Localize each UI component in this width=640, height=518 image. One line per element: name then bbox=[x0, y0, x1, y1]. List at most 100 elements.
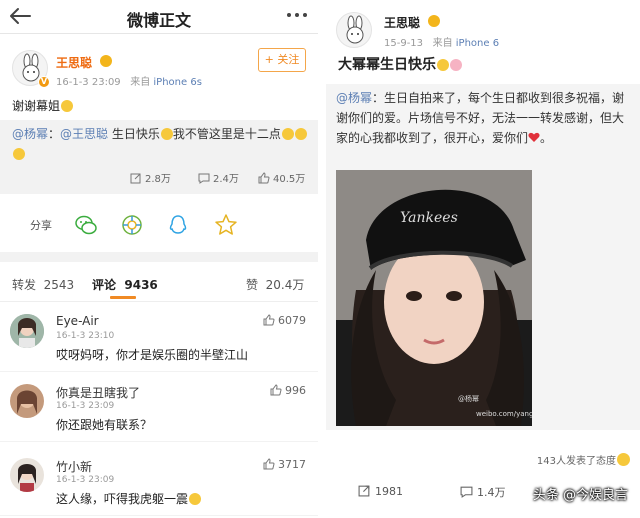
repost-icon bbox=[130, 173, 141, 184]
repost-count: 2.8万 bbox=[145, 174, 171, 185]
interaction-tabs: 转发 2543 评论 9436 赞 20.4万 bbox=[0, 266, 318, 302]
tab-comments-count: 9436 bbox=[124, 278, 158, 292]
comment-count-stat[interactable]: 2.4万 bbox=[198, 170, 239, 185]
selfie-image-icon: Yankees bbox=[336, 170, 532, 426]
author-name[interactable]: 王思聪 bbox=[384, 14, 420, 31]
person-photo-icon bbox=[10, 384, 44, 418]
rabbit-avatar-icon bbox=[346, 15, 364, 44]
follow-button[interactable]: + 关注 bbox=[258, 48, 306, 72]
post-time: 15-9-13 bbox=[384, 38, 424, 49]
person-photo-icon bbox=[10, 314, 44, 348]
post-source[interactable]: iPhone 6s bbox=[153, 77, 202, 88]
quote-text: ：生日自拍来了，每个生日都收到很多祝福，谢谢你们的爱。片场信号不好，无法一一转发… bbox=[336, 91, 625, 145]
commenter-name[interactable]: Eye-Air bbox=[56, 314, 99, 328]
post-text-content: 大幂幂生日快乐 bbox=[338, 57, 436, 73]
selfie-photo[interactable]: Yankees @杨幂 weibo.com/yangmiblog bbox=[336, 170, 532, 426]
page-title: 微博正文 bbox=[126, 11, 191, 30]
reposted-content[interactable]: @杨幂：@王思聪 生日快乐 我不管这里是十二点 2.8万 2.4万 40.5万 bbox=[0, 120, 318, 194]
photo-watermark-url: weibo.com/yangmiblog bbox=[476, 410, 532, 418]
source-watermark: 头条 @今娱良言 bbox=[532, 488, 628, 503]
repost-stats: 2.8万 2.4万 40.5万 bbox=[0, 166, 318, 186]
comment-text: 哎呀妈呀，你才是娱乐圈的半壁江山 bbox=[56, 348, 249, 362]
comment-text-content: 这人缘，吓得我虎躯一震 bbox=[56, 492, 189, 506]
person-photo-icon bbox=[10, 458, 44, 492]
laugh-emoji-icon bbox=[617, 453, 630, 466]
repost-count: 1981 bbox=[375, 485, 403, 498]
comment-like-count: 996 bbox=[285, 384, 306, 397]
comment-time: 16-1-3 23:10 bbox=[56, 331, 115, 341]
repost-text-1: 生日快乐 bbox=[108, 127, 160, 141]
comment-like-button[interactable]: 996 bbox=[270, 384, 306, 397]
reposted-content[interactable]: @杨幂：生日自拍来了，每个生日都收到很多祝福，谢谢你们的爱。片场信号不好，无法一… bbox=[326, 84, 640, 430]
grin-emoji-icon bbox=[437, 59, 449, 71]
comment-item[interactable]: Eye-Air 16-1-3 23:10 哎呀妈呀，你才是娱乐圈的半壁江山 60… bbox=[0, 304, 318, 372]
source-prefix: 来自 bbox=[432, 38, 453, 49]
photo-watermark: @杨幂 bbox=[458, 395, 479, 403]
mention-yangmi[interactable]: @杨幂 bbox=[336, 91, 372, 105]
repost-icon bbox=[358, 485, 370, 497]
smile-emoji-icon bbox=[281, 128, 294, 140]
comment-like-button[interactable]: 3717 bbox=[263, 458, 306, 471]
comment-text: 这人缘，吓得我虎躯一震 bbox=[56, 490, 202, 507]
comment-like-button[interactable]: 6079 bbox=[263, 314, 306, 327]
quote-period: 。 bbox=[540, 131, 553, 145]
tab-likes-label: 赞 bbox=[246, 278, 259, 292]
comment-count: 2.4万 bbox=[213, 174, 239, 185]
attitude-summary[interactable]: 143人发表了态度 bbox=[537, 452, 630, 467]
commenter-avatar[interactable] bbox=[10, 314, 44, 348]
source-prefix: 来自 bbox=[130, 77, 151, 88]
comment-item[interactable]: 你真是丑瞎我了 16-1-3 23:09 你还跟她有联系？ 996 bbox=[0, 374, 318, 442]
tab-likes[interactable]: 赞 20.4万 bbox=[246, 276, 304, 293]
post-text: 大幂幂生日快乐 bbox=[338, 54, 462, 74]
post-source[interactable]: iPhone 6 bbox=[456, 38, 499, 49]
commenter-name[interactable]: 竹小新 bbox=[56, 458, 92, 475]
share-label: 分享 bbox=[30, 219, 52, 232]
tab-reposts-label: 转发 bbox=[12, 278, 37, 292]
author-avatar[interactable] bbox=[336, 12, 372, 48]
thumbs-up-icon bbox=[258, 172, 270, 184]
thumbs-up-icon bbox=[270, 384, 282, 396]
wechat-icon[interactable] bbox=[74, 213, 98, 237]
section-separator bbox=[0, 252, 318, 262]
comment-count-stat[interactable]: 1.4万 bbox=[460, 484, 506, 500]
active-tab-indicator bbox=[110, 296, 136, 299]
attitude-count: 143人发表了态度 bbox=[536, 456, 616, 467]
comment-like-count: 6079 bbox=[278, 314, 306, 327]
repost-count-stat[interactable]: 2.8万 bbox=[130, 170, 171, 185]
moments-icon[interactable] bbox=[120, 213, 144, 237]
commenter-avatar[interactable] bbox=[10, 384, 44, 418]
share-row: 分享 bbox=[0, 204, 318, 246]
smile-emoji-icon bbox=[294, 128, 307, 140]
mention-yangmi[interactable]: @杨幂 bbox=[12, 127, 48, 141]
tab-reposts[interactable]: 转发 2543 bbox=[12, 276, 74, 293]
post-time: 16-1-3 23:09 bbox=[56, 77, 121, 88]
mention-wangsicong[interactable]: @王思聪 bbox=[60, 127, 108, 141]
like-count-stat[interactable]: 40.5万 bbox=[258, 170, 305, 185]
top-navigation-bar: 微博正文 bbox=[0, 0, 318, 34]
smile-emoji-icon bbox=[13, 148, 25, 160]
reposted-text: @杨幂：生日自拍来了，每个生日都收到很多祝福，谢谢你们的爱。片场信号不好，无法一… bbox=[336, 88, 632, 148]
tab-comments-label: 评论 bbox=[92, 278, 117, 292]
qzone-star-icon[interactable] bbox=[214, 213, 238, 237]
verified-badge-icon: V bbox=[38, 76, 50, 88]
svg-text:Yankees: Yankees bbox=[400, 210, 458, 226]
commenter-name[interactable]: 你真是丑瞎我了 bbox=[56, 384, 140, 401]
repost-count-stat[interactable]: 1981 bbox=[358, 484, 403, 498]
vip-crown-icon bbox=[428, 15, 440, 27]
comment-item[interactable]: 竹小新 16-1-3 23:09 这人缘，吓得我虎躯一震 3717 bbox=[0, 448, 318, 516]
pig-emoji-icon bbox=[450, 59, 462, 71]
like-count: 40.5万 bbox=[273, 174, 306, 185]
commenter-avatar[interactable] bbox=[10, 458, 44, 492]
tab-comments[interactable]: 评论 9436 bbox=[92, 276, 158, 293]
repost-text-2: 我不管这里是十二点 bbox=[172, 127, 281, 141]
qq-icon[interactable] bbox=[166, 213, 190, 237]
more-dots-icon[interactable] bbox=[286, 10, 308, 20]
tab-reposts-count: 2543 bbox=[43, 278, 75, 292]
comment-time: 16-1-3 23:09 bbox=[56, 401, 115, 411]
comment-text: 你还跟她有联系？ bbox=[56, 418, 153, 432]
author-name[interactable]: 王思聪 bbox=[56, 54, 92, 71]
tab-likes-count: 20.4万 bbox=[265, 278, 305, 292]
weibo-post-right: 王思聪 15-9-13 来自 iPhone 6 大幂幂生日快乐 @杨幂：生日自拍… bbox=[326, 0, 640, 518]
vip-crown-icon bbox=[100, 55, 112, 67]
smile-emoji-icon bbox=[189, 493, 202, 505]
